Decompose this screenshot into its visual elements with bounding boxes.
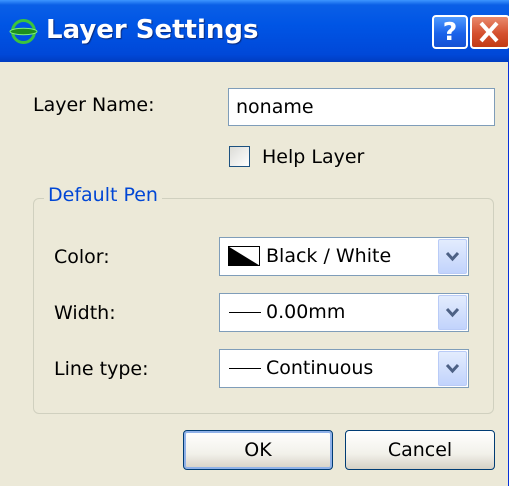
- line-sample-icon: [229, 312, 261, 313]
- line-type-value: Continuous: [266, 357, 374, 379]
- layer-name-label: Layer Name:: [33, 94, 155, 116]
- width-value: 0.00mm: [266, 301, 346, 323]
- cancel-button[interactable]: Cancel: [345, 430, 495, 470]
- chevron-down-icon: [445, 307, 460, 318]
- layer-name-input[interactable]: [228, 88, 495, 126]
- color-value: Black / White: [266, 245, 392, 267]
- width-label: Width:: [54, 302, 116, 324]
- help-button[interactable]: ?: [432, 15, 468, 49]
- chevron-down-icon: [445, 251, 460, 262]
- close-button[interactable]: [470, 15, 509, 49]
- line-type-dropdown-button[interactable]: [438, 351, 467, 386]
- default-pen-title: Default Pen: [44, 184, 162, 206]
- color-select[interactable]: Black / White: [219, 237, 469, 276]
- title-bar[interactable]: Layer Settings ?: [0, 0, 509, 62]
- window-title: Layer Settings: [46, 15, 259, 45]
- close-icon: [479, 21, 499, 43]
- line-type-label: Line type:: [54, 358, 149, 380]
- color-dropdown-button[interactable]: [438, 239, 467, 274]
- layer-settings-dialog: Layer Settings ? Layer Name: Help Layer …: [0, 0, 509, 486]
- color-label: Color:: [54, 246, 110, 268]
- layer-icon: [9, 19, 38, 44]
- chevron-down-icon: [445, 363, 460, 374]
- help-layer-label[interactable]: Help Layer: [262, 146, 364, 168]
- ok-button[interactable]: OK: [183, 430, 333, 470]
- width-select[interactable]: 0.00mm: [219, 293, 469, 332]
- width-dropdown-button[interactable]: [438, 295, 467, 330]
- help-layer-checkbox[interactable]: [229, 146, 250, 167]
- help-icon: ?: [442, 17, 458, 46]
- line-type-select[interactable]: Continuous: [219, 349, 469, 388]
- color-swatch-icon: [228, 246, 260, 266]
- line-sample-icon: [229, 368, 261, 369]
